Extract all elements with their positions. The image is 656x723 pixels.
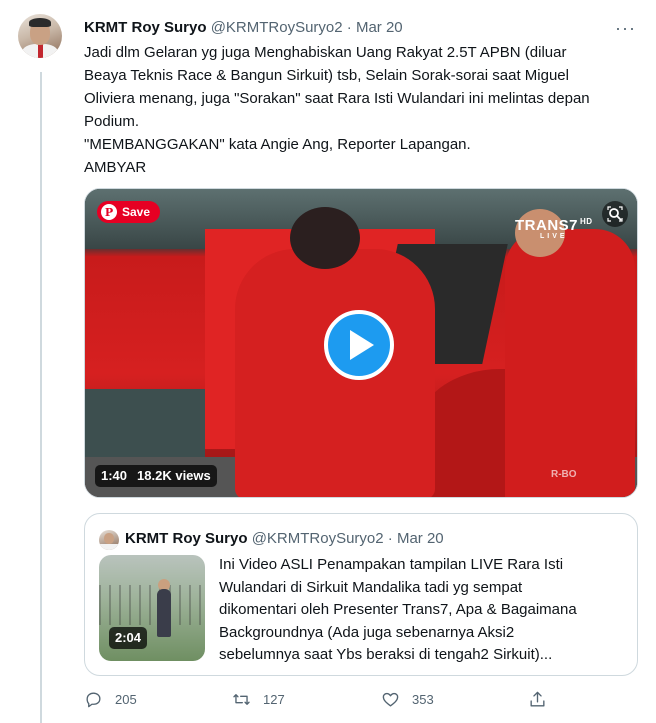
quoted-text-line: Backgroundnya (Ada juga sebenarnya Aksi2 <box>219 623 515 641</box>
quoted-tweet-text: Ini Video ASLI Penampakan tampilan LIVE … <box>219 554 629 667</box>
video-watermark: R-BO <box>551 469 577 480</box>
broadcaster-name: TRANS7 <box>515 217 579 234</box>
retweet-button[interactable]: 127 <box>232 690 285 709</box>
tweet-header: KRMT Roy Suryo @KRMTRoySuryo2 · Mar 20 <box>84 18 403 38</box>
quoted-text-line: dikomentari oleh Presenter Trans7, Apa &… <box>219 601 577 618</box>
tweet-text-line: "MEMBANGGAKAN" kata Angie Ang, Reporter … <box>84 136 471 153</box>
quoted-author-handle: @KRMTRoySuryo2 <box>251 530 384 547</box>
broadcaster-logo: TRANS7 HD LIVE <box>515 217 593 240</box>
video-stats-badge: 1:40 18.2K views <box>95 465 217 487</box>
quoted-author-avatar <box>99 530 119 550</box>
retweet-icon <box>233 694 250 705</box>
tweet-text-line: Jadi dlm Gelaran yg juga Menghabiskan Ua… <box>84 44 567 61</box>
video-duration: 1:40 <box>101 468 128 483</box>
tweet-text-line: Podium. <box>84 113 140 130</box>
broadcaster-hd: HD <box>580 217 593 226</box>
quoted-video-thumbnail: 2:04 <box>99 555 205 661</box>
retweet-count: 127 <box>263 692 285 707</box>
separator-dot: · <box>346 19 352 36</box>
quoted-tweet-date: Mar 20 <box>396 530 444 547</box>
share-icon <box>530 691 545 707</box>
quoted-text-line: sebelumnya saat Ybs beraksi di tengah2 S… <box>219 646 553 663</box>
quoted-text-line: Wulandari di Sirkuit Mandalika tadi yg s… <box>219 578 523 596</box>
pinterest-save-button[interactable]: P Save <box>97 201 161 223</box>
quoted-video-duration: 2:04 <box>109 627 148 649</box>
reply-count: 205 <box>115 692 137 707</box>
play-button[interactable] <box>324 310 394 380</box>
share-button[interactable] <box>528 690 547 709</box>
reply-icon <box>86 692 101 708</box>
heart-icon <box>382 692 399 707</box>
tweet-actions: 205 127 353 <box>84 690 564 714</box>
thread-line <box>40 72 42 723</box>
like-count: 353 <box>412 692 434 707</box>
quoted-text-line: Ini Video ASLI Penampakan tampilan LIVE … <box>219 556 564 573</box>
more-options-icon[interactable]: ··· <box>615 18 636 39</box>
tweet-text-line: AMBYAR <box>84 159 147 176</box>
tweet-date[interactable]: Mar 20 <box>356 19 403 36</box>
quoted-separator-dot: · <box>387 530 393 547</box>
quoted-tweet[interactable]: KRMT Roy Suryo @KRMTRoySuryo2 · Mar 20 2… <box>84 513 638 676</box>
tweet-text: Jadi dlm Gelaran yg juga Menghabiskan Ua… <box>84 41 644 179</box>
reply-button[interactable]: 205 <box>84 690 137 709</box>
video-player[interactable]: P Save TRANS7 HD LIVE 1:40 18.2K views R-… <box>84 188 638 498</box>
author-name[interactable]: KRMT Roy Suryo <box>84 19 207 36</box>
author-handle[interactable]: @KRMTRoySuryo2 <box>211 19 343 36</box>
author-avatar[interactable] <box>18 14 62 58</box>
visual-search-icon[interactable] <box>602 201 628 227</box>
video-views: 18.2K views <box>137 468 211 483</box>
broadcaster-live: LIVE <box>540 233 568 240</box>
save-label: Save <box>122 205 151 219</box>
like-button[interactable]: 353 <box>381 690 434 709</box>
tweet-text-line: Oliviera menang, juga "Sorakan" saat Rar… <box>84 90 590 107</box>
quoted-tweet-header: KRMT Roy Suryo @KRMTRoySuryo2 · Mar 20 <box>125 529 444 549</box>
tweet-text-line: Beaya Teknis Race & Bangun Sirkuit) tsb,… <box>84 67 569 84</box>
play-icon <box>350 330 374 360</box>
pinterest-icon: P <box>101 204 117 220</box>
quoted-author-name: KRMT Roy Suryo <box>125 530 248 547</box>
